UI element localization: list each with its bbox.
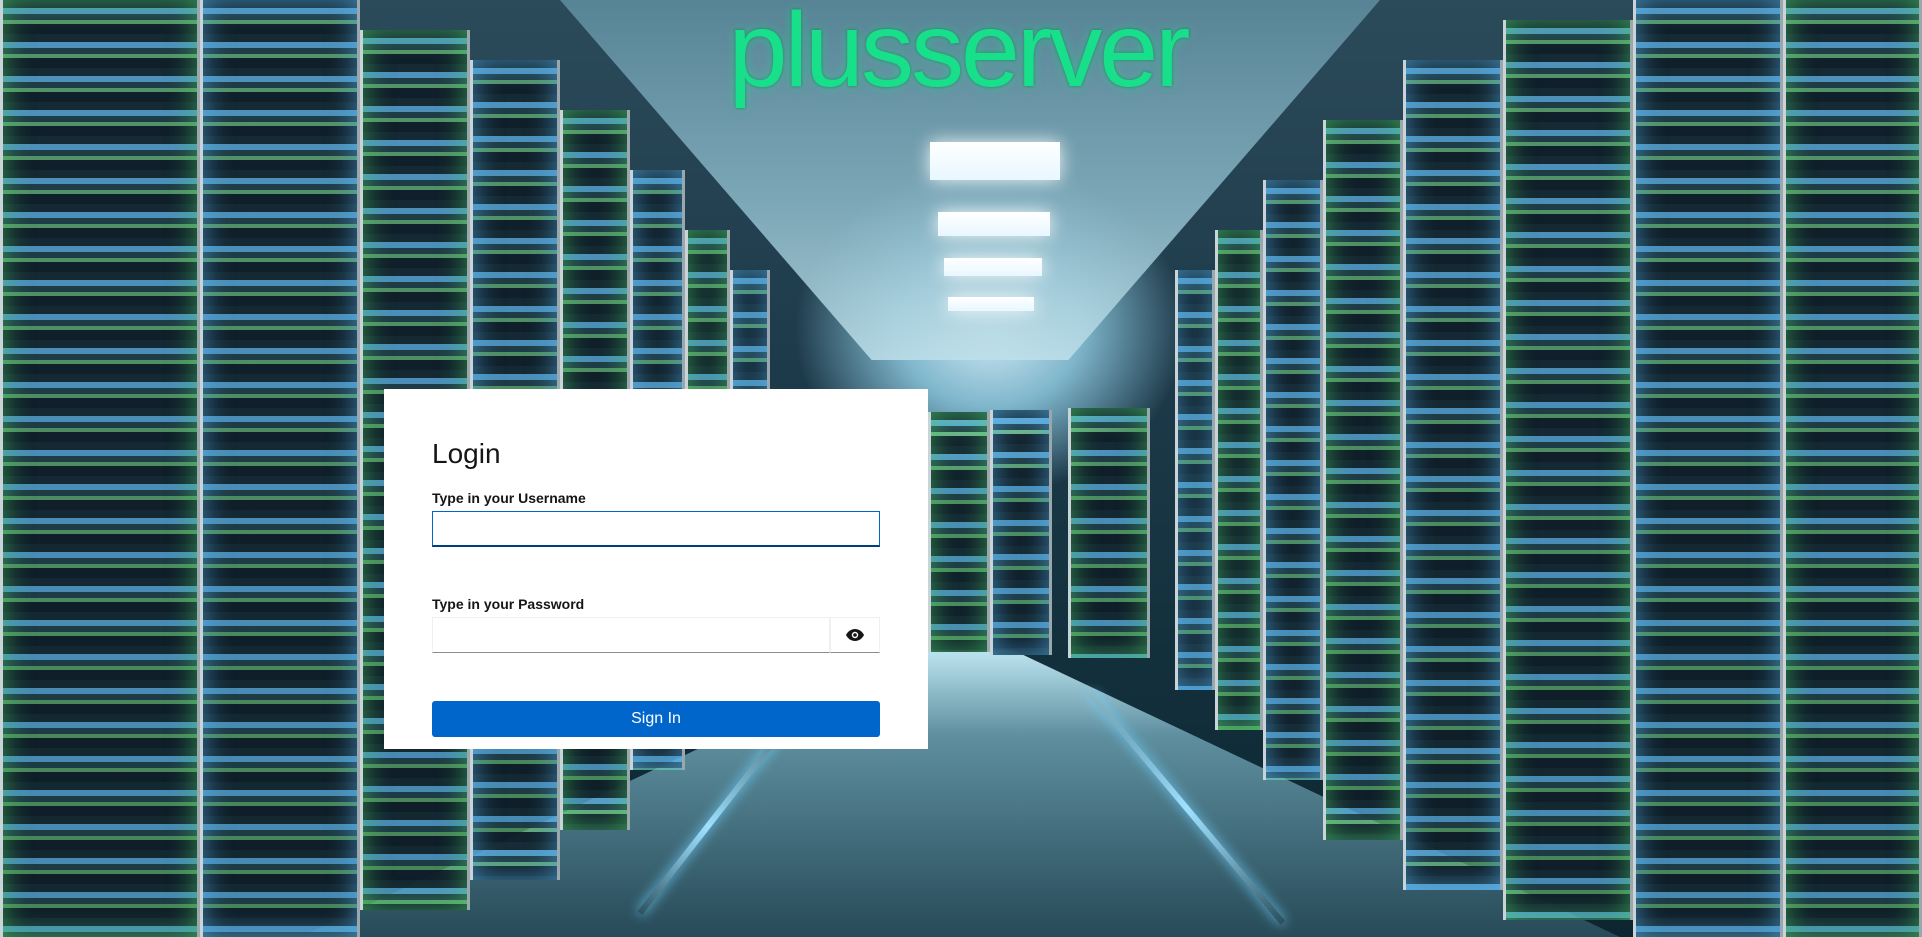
- password-input[interactable]: [432, 617, 830, 653]
- server-rack: [0, 0, 200, 937]
- password-row: [432, 617, 880, 653]
- password-label: Type in your Password: [432, 596, 585, 612]
- login-card: Login Type in your Username Type in your…: [384, 389, 928, 749]
- ceiling-light: [948, 297, 1034, 311]
- datacenter-background: [0, 0, 1922, 937]
- server-rack: [990, 410, 1052, 655]
- ceiling-light: [930, 142, 1060, 180]
- ceiling-light: [944, 258, 1042, 276]
- server-rack: [1323, 120, 1403, 840]
- server-rack: [1263, 180, 1323, 780]
- server-rack: [1175, 270, 1215, 690]
- sign-in-button[interactable]: Sign In: [432, 701, 880, 737]
- login-title: Login: [432, 438, 501, 469]
- eye-icon: [846, 629, 864, 641]
- server-rack: [1403, 60, 1503, 890]
- username-input[interactable]: [432, 511, 880, 547]
- server-rack: [1633, 0, 1783, 937]
- plusserver-logo: plusserver: [728, 0, 1191, 109]
- server-rack: [1215, 230, 1263, 730]
- server-rack: [1783, 0, 1922, 937]
- ceiling-light: [938, 212, 1050, 236]
- server-rack: [1503, 20, 1633, 920]
- server-rack: [928, 412, 990, 652]
- server-rack: [200, 0, 360, 937]
- username-label: Type in your Username: [432, 490, 586, 506]
- server-rack: [1068, 408, 1150, 658]
- show-password-button[interactable]: [830, 617, 880, 653]
